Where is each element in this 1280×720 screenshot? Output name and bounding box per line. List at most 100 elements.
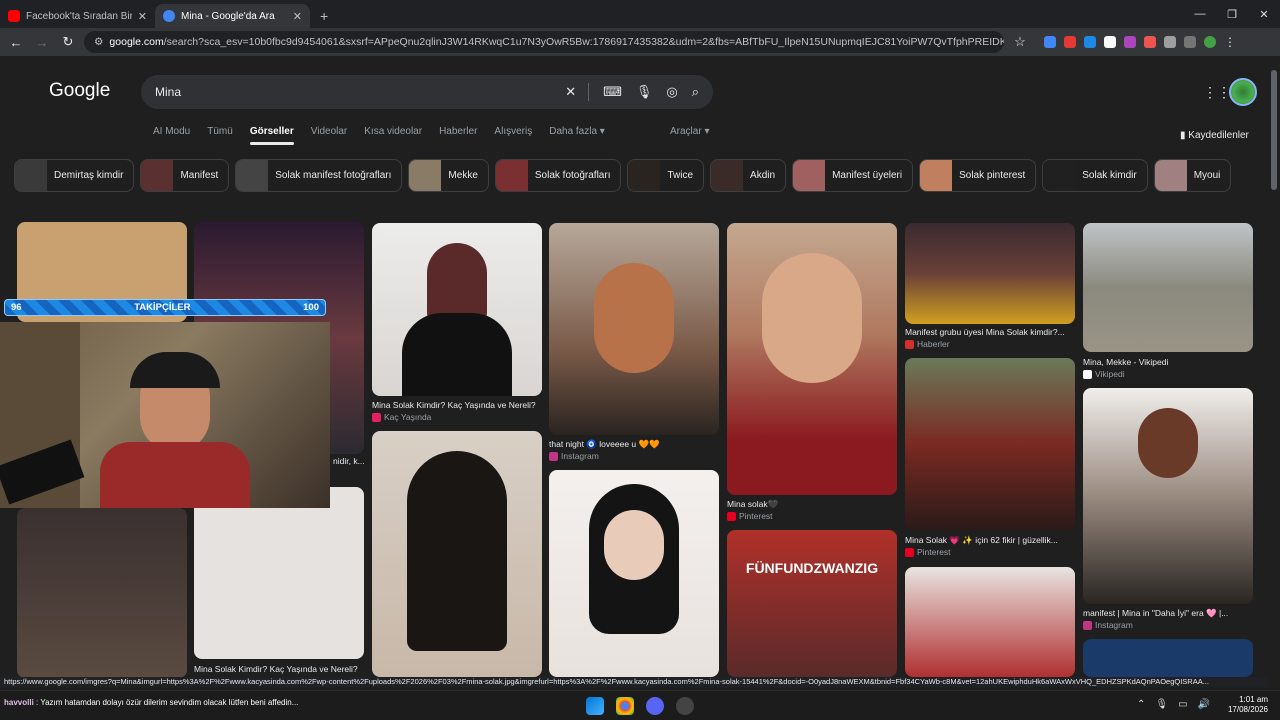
profile-icon[interactable]: [1204, 36, 1216, 48]
result-source[interactable]: Kaç Yaşında: [372, 412, 431, 422]
minimize-icon[interactable]: —: [1184, 0, 1216, 28]
close-tab-icon[interactable]: ✕: [138, 10, 147, 23]
chip[interactable]: Mekke: [408, 159, 489, 192]
image-result[interactable]: [727, 223, 897, 495]
tools-button[interactable]: Araçlar ▾: [670, 126, 709, 137]
result-caption[interactable]: Mina Solak Kimdir? Kaç Yaşında ve Nereli…: [194, 664, 364, 674]
chrome-icon[interactable]: [616, 697, 634, 715]
extension-icon[interactable]: [1044, 36, 1056, 48]
close-tab-icon[interactable]: ✕: [293, 10, 302, 23]
tab-news[interactable]: Haberler: [439, 126, 477, 145]
volume-icon[interactable]: 🔊: [1198, 699, 1210, 710]
back-icon[interactable]: ←: [6, 35, 26, 50]
chip[interactable]: Demirtaş kimdir: [14, 159, 135, 192]
result-source[interactable]: Vikipedi: [1083, 369, 1125, 379]
chevron-up-icon[interactable]: ⌃: [1137, 699, 1145, 710]
browser-tab-facebook[interactable]: Facebook'ta Sıradan Bir Tartışm... ✕: [0, 4, 155, 28]
extension-icon[interactable]: [1144, 36, 1156, 48]
result-caption[interactable]: Manifest grubu üyesi Mina Solak kimdir?.…: [905, 327, 1075, 337]
bookmark-star-icon[interactable]: ☆: [1010, 34, 1030, 50]
keyboard-icon[interactable]: ⌨: [603, 84, 622, 100]
image-result[interactable]: [549, 223, 719, 435]
search-box[interactable]: Mina ✕ ⌨ 🎙 ◎ ⌕: [141, 75, 713, 109]
extension-icon[interactable]: [1124, 36, 1136, 48]
lens-icon[interactable]: ◎: [666, 84, 677, 100]
scrollbar[interactable]: [1268, 56, 1280, 690]
microphone-icon[interactable]: 🎙: [1155, 699, 1168, 710]
chip[interactable]: Manifest: [140, 159, 230, 192]
chip-label: Solak manifest fotoğrafları: [275, 170, 392, 181]
result-caption[interactable]: manifest | Mina in "Daha İyi" era 🩷 |...: [1083, 608, 1253, 619]
source-favicon: [1083, 620, 1092, 630]
microphone-icon[interactable]: 🎙: [636, 84, 653, 100]
image-result[interactable]: [1083, 388, 1253, 604]
chip[interactable]: Akdin: [710, 159, 787, 192]
result-caption[interactable]: that night 🧿 loveeee u 🧡🧡: [549, 439, 719, 450]
chip[interactable]: Solak pinterest: [919, 159, 1037, 192]
result-caption[interactable]: Mina Solak Kimdir? Kaç Yaşında ve Nereli…: [372, 400, 542, 410]
extension-icon[interactable]: [1104, 36, 1116, 48]
avatar[interactable]: [1229, 78, 1257, 106]
google-logo[interactable]: Google: [49, 80, 110, 102]
search-icon[interactable]: ⌕: [692, 84, 699, 100]
image-result[interactable]: [905, 567, 1075, 677]
scrollbar-thumb[interactable]: [1271, 70, 1277, 190]
chip[interactable]: Myoui: [1153, 159, 1232, 192]
extension-icon[interactable]: [1064, 36, 1076, 48]
image-result[interactable]: [905, 358, 1075, 530]
search-input[interactable]: Mina: [155, 85, 551, 99]
chip-thumbnail: [141, 160, 174, 191]
result-source[interactable]: Instagram: [1083, 620, 1133, 630]
tab-ai-mode[interactable]: AI Modu: [153, 126, 190, 145]
reload-icon[interactable]: ↻: [58, 34, 78, 50]
result-caption[interactable]: Mina solak🖤: [727, 499, 897, 510]
clear-icon[interactable]: ✕: [565, 84, 576, 100]
new-tab-icon[interactable]: +: [320, 8, 328, 24]
chip[interactable]: Solak manifest fotoğrafları: [235, 159, 403, 192]
clock[interactable]: 1:01 am 17/08/2026: [1228, 695, 1268, 715]
close-window-icon[interactable]: ✕: [1248, 0, 1280, 28]
discord-icon[interactable]: [646, 697, 664, 715]
saved-button[interactable]: ▮ Kaydedilenler: [1180, 130, 1249, 141]
browser-tab-google[interactable]: Mina - Google'da Ara ✕: [155, 4, 310, 28]
windows-start-icon[interactable]: [586, 697, 604, 715]
divider: [588, 83, 590, 101]
tab-all[interactable]: Tümü: [207, 126, 233, 145]
result-source[interactable]: Haberler: [905, 339, 950, 349]
chip[interactable]: Manifest üyeleri: [792, 159, 914, 192]
network-icon[interactable]: ▭: [1178, 699, 1187, 710]
chip[interactable]: Solak kimdir: [1042, 159, 1148, 192]
obs-icon[interactable]: [676, 697, 694, 715]
image-result[interactable]: [1083, 639, 1253, 677]
tab-images[interactable]: Görseller: [249, 126, 294, 145]
puzzle-icon[interactable]: [1164, 36, 1176, 48]
tab-more[interactable]: Daha fazla ▾: [549, 126, 605, 145]
result-caption[interactable]: nidir, k...: [333, 456, 365, 466]
chip[interactable]: Twice: [627, 159, 705, 192]
forward-icon[interactable]: →: [32, 35, 52, 50]
extension-icon[interactable]: [1084, 36, 1096, 48]
chip[interactable]: Solak fotoğrafları: [494, 159, 622, 192]
image-result[interactable]: [1083, 223, 1253, 352]
menu-dots-icon[interactable]: ⋮: [1224, 35, 1236, 49]
result-source[interactable]: Instagram: [549, 451, 599, 461]
image-result[interactable]: [549, 470, 719, 677]
address-bar[interactable]: ⚙ google.com/search?sca_esv=10b0fbc9d945…: [84, 31, 1004, 53]
result-source[interactable]: Pinterest: [905, 547, 951, 557]
chip-label: Solak kimdir: [1082, 170, 1137, 181]
maximize-icon[interactable]: ❐: [1216, 0, 1248, 28]
result-caption[interactable]: Mina, Mekke - Vikipedi: [1083, 357, 1253, 367]
tab-shopping[interactable]: Alışveriş: [494, 126, 532, 145]
tab-short-videos[interactable]: Kısa videolar: [364, 126, 422, 145]
result-source[interactable]: Pinterest: [727, 511, 773, 521]
image-result[interactable]: [17, 508, 187, 677]
image-result[interactable]: [372, 223, 542, 396]
image-result[interactable]: [194, 487, 364, 659]
image-result[interactable]: [905, 223, 1075, 324]
site-info-icon[interactable]: ⚙: [94, 36, 103, 48]
result-caption[interactable]: Mina Solak 💗 ✨ için 62 fikir | güzellik.…: [905, 535, 1075, 546]
image-result[interactable]: [372, 431, 542, 677]
tab-videos[interactable]: Videolar: [311, 126, 348, 145]
reading-list-icon[interactable]: [1184, 36, 1196, 48]
image-result[interactable]: FÜNFUNDZWANZIG: [727, 530, 897, 677]
